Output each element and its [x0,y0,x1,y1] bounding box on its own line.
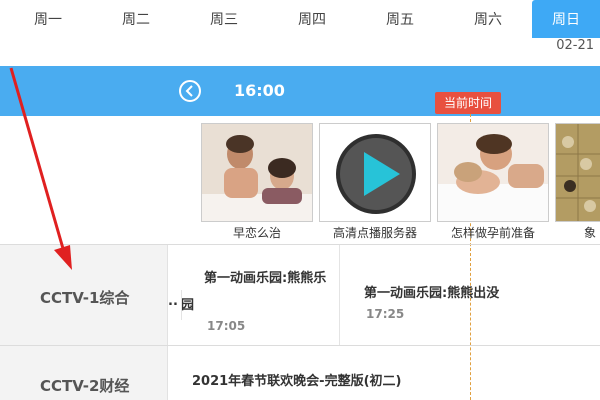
program-item-marker [181,290,182,320]
tab-tuesday[interactable]: 周二 [110,0,162,38]
recommendation-label-4[interactable]: 象 [584,224,600,241]
current-time-slot: 16:00 [234,81,285,100]
tab-thursday[interactable]: 周四 [286,0,338,38]
chevron-left-icon [185,85,193,97]
tab-sunday[interactable]: 周日 [532,0,600,38]
play-video-icon [320,124,430,221]
program-title[interactable]: 第一动画乐园:熊熊出没 [364,282,499,301]
recommendation-label-1[interactable]: 早恋么治 [201,224,313,241]
recommendation-label-2[interactable]: 高清点播服务器 [319,224,431,241]
program-title-continued[interactable]: 园 [181,294,194,313]
channel-name: CCTV-2财经 [40,377,130,395]
program-title-ellipsis: .. [168,294,178,309]
program-time: 17:25 [366,307,405,321]
recommendation-thumb-2[interactable] [319,123,431,222]
tab-monday[interactable]: 周一 [22,0,74,38]
channel-cell-cctv1[interactable]: CCTV-1综合 [0,245,168,345]
day-tabs: 周一 周二 周三 周四 周五 周六 周日 [0,0,600,38]
recommendation-label-3[interactable]: 怎样做孕前准备 [437,224,549,241]
recommendation-thumb-1[interactable] [201,123,313,222]
program-title[interactable]: 2021年春节联欢晚会-完整版(初二) [192,370,401,389]
tab-friday[interactable]: 周五 [374,0,426,38]
chess-board-image [556,124,600,221]
program-title[interactable]: 第一动画乐园:熊熊乐 [204,267,326,286]
prev-time-button[interactable] [179,80,201,102]
channel-cell-cctv2[interactable]: CCTV-2财经 [0,346,168,400]
recommendation-thumb-4[interactable] [555,123,600,222]
channel-name: CCTV-1综合 [40,289,130,307]
tab-saturday[interactable]: 周六 [462,0,514,38]
time-bar: 16:00 [0,66,600,116]
couple-bed-image [438,124,548,221]
couple-photo-image [202,124,312,221]
active-day-date: 02-21 [556,38,594,53]
program-divider [339,245,340,345]
program-time: 17:05 [207,319,246,333]
recommendation-thumb-3[interactable] [437,123,549,222]
tab-wednesday[interactable]: 周三 [198,0,250,38]
current-time-badge: 当前时间 [435,92,501,114]
